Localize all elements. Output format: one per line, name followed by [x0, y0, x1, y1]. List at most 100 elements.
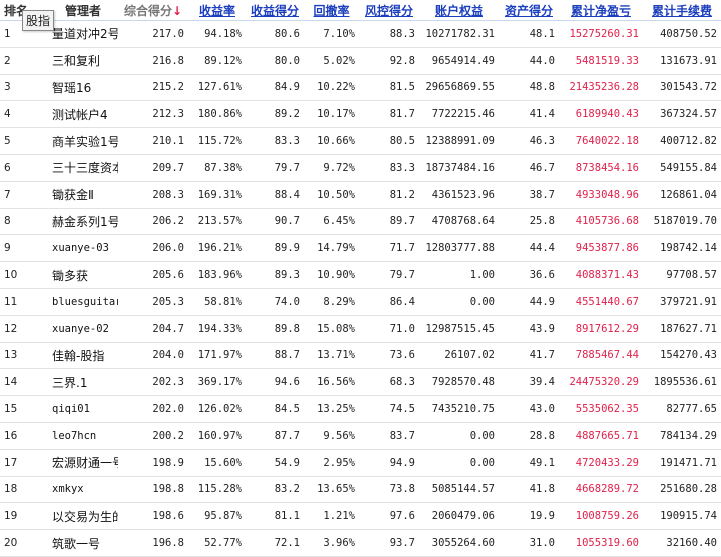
return-rate-cell: 213.57%	[188, 208, 246, 236]
score-cell: 217.0	[118, 20, 188, 48]
return-score-cell: 84.5	[246, 395, 304, 423]
col-drawdown-header[interactable]: 回撤率	[304, 0, 359, 21]
cum-fee-cell: 32160.40	[643, 529, 721, 557]
score-cell: 206.0	[118, 234, 188, 263]
manager-name[interactable]: xuanye-02	[48, 315, 118, 343]
asset-score-cell: 28.8	[499, 422, 559, 450]
manager-name[interactable]: bluesguitar	[48, 288, 118, 316]
return-rate-cell: 160.97%	[188, 422, 246, 450]
drawdown-cell: 14.79%	[304, 234, 359, 263]
col-risk-score-header[interactable]: 风控得分	[359, 0, 419, 21]
return-score-cell: 54.9	[246, 449, 304, 477]
return-rate-cell: 183.96%	[188, 261, 246, 289]
return-score-cell: 81.1	[246, 502, 304, 531]
table-row: 15 qiqi01 202.0 126.02% 84.5 13.25% 74.5 743521…	[0, 395, 721, 423]
manager-name[interactable]: 智瑶16	[48, 74, 118, 102]
asset-score-cell: 48.1	[499, 20, 559, 48]
manager-name[interactable]: 量道对冲2号基	[48, 20, 118, 48]
risk-score-cell: 71.0	[359, 315, 419, 343]
return-score-cell: 90.7	[246, 208, 304, 236]
manager-name[interactable]: 三界.1	[48, 368, 118, 397]
drawdown-cell: 16.56%	[304, 368, 359, 397]
manager-name[interactable]: 商羊实验1号	[48, 127, 118, 155]
asset-score-cell: 46.3	[499, 127, 559, 155]
manager-name[interactable]: 锄获金Ⅱ	[48, 181, 118, 209]
cum-fee-cell: 190915.74	[643, 502, 721, 531]
cum-profit-cell: 9453877.86	[559, 234, 643, 263]
manager-name[interactable]: 筑歌一号	[48, 529, 118, 557]
col-cum-profit-header[interactable]: 累计净盈亏	[559, 0, 643, 21]
manager-name[interactable]: 以交易为生的	[48, 502, 118, 531]
manager-name[interactable]: 宏源财通一号	[48, 449, 118, 477]
drawdown-cell: 10.90%	[304, 261, 359, 289]
table-row: 3 智瑶16 215.2 127.61% 84.9 10.22% 81.5 29656869.…	[0, 74, 721, 102]
cum-profit-cell: 6189940.43	[559, 100, 643, 129]
manager-name[interactable]: 锄多获	[48, 261, 118, 289]
manager-name[interactable]: leo7hcn	[48, 422, 118, 450]
score-cell: 205.3	[118, 288, 188, 316]
risk-score-cell: 93.7	[359, 529, 419, 557]
asset-score-cell: 19.9	[499, 502, 559, 531]
score-cell: 204.0	[118, 342, 188, 370]
table-row: 16 leo7hcn 200.2 160.97% 87.7 9.56% 83.7 0.00 28…	[0, 422, 721, 450]
cum-fee-cell: 1895536.61	[643, 368, 721, 397]
cum-profit-cell: 21435236.28	[559, 74, 643, 102]
risk-score-cell: 73.6	[359, 342, 419, 370]
risk-score-cell: 94.9	[359, 449, 419, 477]
return-score-cell: 94.6	[246, 368, 304, 397]
return-score-cell: 89.2	[246, 100, 304, 129]
manager-name[interactable]: xmkyx	[48, 476, 118, 504]
return-score-cell: 74.0	[246, 288, 304, 316]
drawdown-cell: 9.56%	[304, 422, 359, 450]
return-score-cell: 80.0	[246, 47, 304, 75]
asset-score-cell: 46.7	[499, 154, 559, 182]
col-cum-fee-header[interactable]: 累计手续费	[643, 0, 721, 21]
manager-name[interactable]: 三十三度资本	[48, 154, 118, 182]
col-return-score-header[interactable]: 收益得分	[246, 0, 304, 21]
drawdown-cell: 5.02%	[304, 47, 359, 75]
manager-name[interactable]: 赫金系列1号	[48, 208, 118, 236]
asset-score-cell: 44.0	[499, 47, 559, 75]
col-asset-score-header[interactable]: 资产得分	[499, 0, 559, 21]
col-return-rate-header[interactable]: 收益率	[188, 0, 246, 21]
return-rate-cell: 126.02%	[188, 395, 246, 423]
score-cell: 209.7	[118, 154, 188, 182]
col-equity-header[interactable]: 账户权益	[419, 0, 499, 21]
drawdown-cell: 10.50%	[304, 181, 359, 209]
return-rate-cell: 115.28%	[188, 476, 246, 504]
rank-cell: 12	[0, 315, 48, 343]
manager-name[interactable]: 佳翰-股指	[48, 342, 118, 370]
return-rate-cell: 89.12%	[188, 47, 246, 75]
return-score-cell: 83.2	[246, 476, 304, 504]
rank-cell: 5	[0, 127, 48, 155]
drawdown-cell: 9.72%	[304, 154, 359, 182]
manager-name[interactable]: xuanye-03	[48, 234, 118, 263]
return-rate-cell: 194.33%	[188, 315, 246, 343]
score-cell: 198.8	[118, 476, 188, 504]
equity-cell: 7722215.46	[419, 100, 499, 129]
asset-score-cell: 44.4	[499, 234, 559, 263]
cum-fee-cell: 131673.91	[643, 47, 721, 75]
table-row: 10 锄多获 205.6 183.96% 89.3 10.90% 79.7 1.00 36.6 4…	[0, 261, 721, 289]
cum-profit-cell: 7640022.18	[559, 127, 643, 155]
equity-cell: 7928570.48	[419, 368, 499, 397]
rank-cell: 18	[0, 476, 48, 504]
rank-cell: 4	[0, 100, 48, 129]
asset-score-cell: 49.1	[499, 449, 559, 477]
cum-fee-cell: 187627.71	[643, 315, 721, 343]
drawdown-cell: 10.22%	[304, 74, 359, 102]
manager-name[interactable]: 三和复利	[48, 47, 118, 75]
score-cell: 215.2	[118, 74, 188, 102]
cum-profit-cell: 24475320.29	[559, 368, 643, 397]
return-score-cell: 72.1	[246, 529, 304, 557]
col-total-score-header[interactable]: 综合得分↓	[118, 0, 188, 21]
return-score-cell: 80.6	[246, 20, 304, 48]
manager-name[interactable]: qiqi01	[48, 395, 118, 423]
return-score-cell: 89.3	[246, 261, 304, 289]
table-row: 18 xmkyx 198.8 115.28% 83.2 13.65% 73.8 5085144…	[0, 476, 721, 504]
table-row: 13 佳翰-股指 204.0 171.97% 88.7 13.71% 73.6 26107.0…	[0, 342, 721, 370]
manager-name[interactable]: 测试帐户4	[48, 100, 118, 129]
equity-cell: 2060479.06	[419, 502, 499, 531]
cum-profit-cell: 4887665.71	[559, 422, 643, 450]
equity-cell: 0.00	[419, 422, 499, 450]
